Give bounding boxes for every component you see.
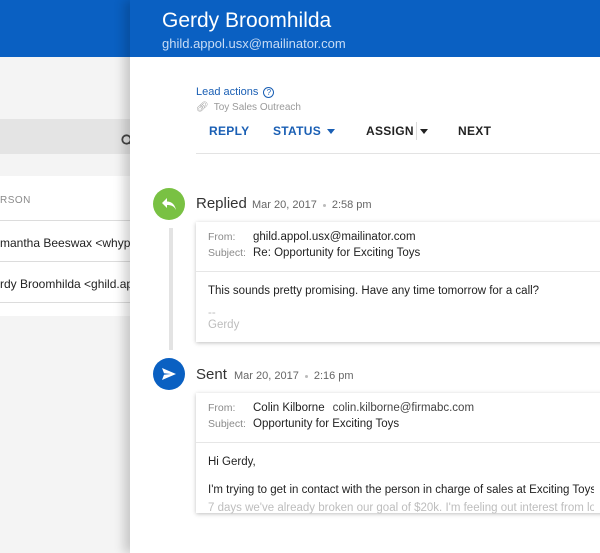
next-button[interactable]: NEXT — [458, 124, 491, 138]
background-search-bar[interactable] — [0, 119, 140, 154]
campaign-name[interactable]: Toy Sales Outreach — [214, 102, 301, 113]
email-card-replied[interactable]: From: ghild.appol.usx@mailinator.com Sub… — [196, 222, 600, 342]
status-dropdown-label: STATUS — [273, 124, 322, 138]
email-card-sent[interactable]: From: Colin Kilborne colin.kilborne@firm… — [196, 393, 600, 514]
timeline-connector — [169, 228, 173, 350]
separator-dot — [304, 374, 308, 378]
subject-label: Subject: — [208, 247, 246, 259]
event-date: Mar 20, 2017 — [234, 370, 299, 382]
event-date: Mar 20, 2017 — [252, 199, 317, 211]
email-subject: Opportunity for Exciting Toys — [253, 418, 400, 430]
email-body: Hi Gerdy, I'm trying to get in contact w… — [196, 443, 600, 527]
email-body-text: This sounds pretty promising. Have any t… — [208, 285, 540, 297]
separator-dot — [322, 203, 326, 207]
email-greeting: Hi Gerdy, — [208, 456, 256, 468]
from-name: Colin Kilborne — [253, 402, 325, 414]
link-icon: 🔗︎ — [196, 102, 209, 113]
column-header-person: RSON — [0, 195, 31, 206]
list-row-samantha[interactable]: mantha Beeswax <whypersec — [0, 236, 138, 250]
email-body: This sounds pretty promising. Have any t… — [196, 272, 600, 342]
chevron-down-icon — [419, 128, 428, 134]
assign-dropdown-label: ASSIGN — [366, 124, 414, 138]
campaign-link[interactable]: 🔗︎ Toy Sales Outreach — [196, 102, 301, 113]
help-icon[interactable]: ? — [263, 86, 275, 98]
send-icon — [153, 358, 185, 390]
row-divider — [0, 302, 140, 303]
next-button-label: NEXT — [458, 124, 492, 138]
status-dropdown[interactable]: STATUS — [273, 124, 336, 138]
event-timestamp: Mar 20, 2017 2:58 pm — [252, 199, 372, 211]
email-header: From: ghild.appol.usx@mailinator.com Sub… — [196, 222, 600, 272]
from-label: From: — [208, 402, 236, 414]
from-row: From: Colin Kilborne colin.kilborne@firm… — [208, 402, 594, 418]
reply-icon — [153, 188, 185, 220]
event-time: 2:58 pm — [331, 199, 372, 211]
lead-action-toolbar: REPLY STATUS ASSIGN NEXT — [196, 118, 600, 154]
lead-actions-label: Lead actions — [196, 86, 259, 98]
email-signature: Gerdy — [208, 319, 240, 331]
event-title-replied: Replied — [196, 195, 247, 212]
chevron-down-icon — [327, 128, 336, 134]
list-row-gerdy[interactable]: rdy Broomhilda <ghild.appol.u — [0, 277, 138, 291]
reply-button-label: REPLY — [209, 124, 250, 138]
event-timestamp: Mar 20, 2017 2:16 pm — [234, 370, 354, 382]
event-title-sent: Sent — [196, 366, 227, 383]
email-body-text: I'm trying to get in contact with the pe… — [208, 484, 594, 496]
reply-button[interactable]: REPLY — [209, 124, 249, 138]
email-signature-separator: -- — [208, 307, 216, 319]
lead-detail-panel: Gerdy Broomhilda ghild.appol.usx@mailina… — [130, 0, 600, 553]
row-divider — [0, 220, 140, 221]
email-subject: Re: Opportunity for Exciting Toys — [253, 247, 421, 259]
email-body-preview: 7 days we've already broken our goal of … — [208, 502, 594, 514]
subject-label: Subject: — [208, 418, 246, 430]
event-time: 2:16 pm — [313, 370, 354, 382]
lead-name: Gerdy Broomhilda — [162, 9, 332, 32]
assign-dropdown[interactable]: ASSIGN — [366, 124, 428, 138]
lead-header: Gerdy Broomhilda ghild.appol.usx@mailina… — [130, 0, 600, 57]
from-row: From: ghild.appol.usx@mailinator.com — [208, 231, 594, 247]
subject-row: Subject: Opportunity for Exciting Toys — [208, 418, 594, 434]
from-email: ghild.appol.usx@mailinator.com — [253, 231, 416, 243]
background-topbar — [0, 0, 140, 57]
email-header: From: Colin Kilborne colin.kilborne@firm… — [196, 393, 600, 443]
lead-actions-heading: Lead actions ? — [196, 86, 275, 98]
background-list-panel: RSON mantha Beeswax <whypersec rdy Broom… — [0, 0, 140, 553]
from-email: colin.kilborne@firmabc.com — [332, 402, 475, 414]
row-divider — [0, 261, 140, 262]
subject-row: Subject: Re: Opportunity for Exciting To… — [208, 247, 594, 263]
from-label: From: — [208, 231, 236, 243]
lead-email[interactable]: ghild.appol.usx@mailinator.com — [162, 36, 346, 51]
